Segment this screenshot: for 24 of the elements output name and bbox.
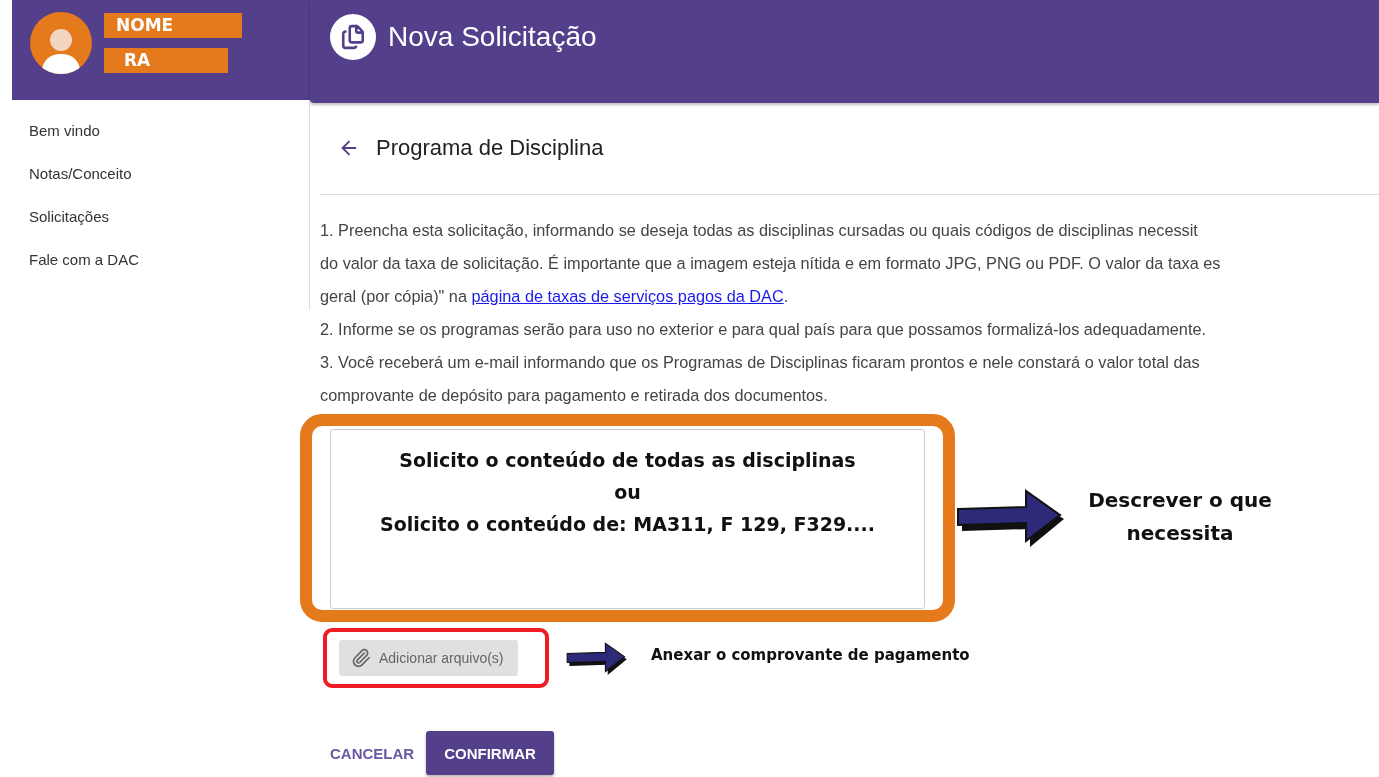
annotation-text: Descrever o que necessita [1087, 487, 1273, 547]
attach-file-button[interactable]: Adicionar arquivo(s) [339, 640, 518, 676]
sidebar-item[interactable]: Bem vindo [29, 120, 309, 142]
sidebar-item[interactable]: Notas/Conceito [29, 163, 309, 185]
id-label: RA [104, 48, 228, 73]
instruction-line: comprovante de depósito para pagamento e retirada dos documentos. [320, 385, 829, 406]
cancel-button[interactable]: CANCELAR [328, 731, 417, 775]
header-title: Nova Solicitação [388, 20, 597, 54]
name-label: NOME [104, 13, 242, 38]
sidebar-item[interactable]: Fale com a DAC [29, 249, 309, 271]
arrow-drawing [565, 640, 629, 676]
instruction-line: do valor da taxa de solicitação. É importante que a imagem esteja nítida e em formato JPG, PNG ou PDF. O valor da taxa es [320, 253, 1222, 274]
annotation-text: Anexar o comprovante de pagamento [651, 646, 970, 664]
instruction-line: 2. Informe se os programas serão para uso no exterior e para qual país para que possamos formalizá-los adequadamente. [320, 319, 1208, 340]
documents-icon [330, 14, 376, 60]
sidebar-item[interactable]: Solicitações [29, 206, 309, 228]
request-text-field[interactable]: Solicito o conteúdo de todas as disciplinas ou Solicito o conteúdo de: MA311, F 129, F329.... [330, 429, 925, 609]
confirm-button[interactable]: CONFIRMAR [426, 731, 554, 775]
paperclip-icon [351, 648, 371, 668]
instruction-line: 1. Preencha esta solicitação, informando se deseja todas as disciplinas cursadas ou quais códigos de disciplinas necessit [320, 220, 1199, 241]
fees-page-link[interactable]: página de taxas de serviços pagos da DAC [471, 287, 784, 305]
page-title: Programa de Disciplina [376, 134, 604, 161]
instruction-line: geral (por cópia)" na página de taxas de serviços pagos da DAC. [320, 286, 790, 307]
instruction-line: 3. Você receberá um e-mail informando que os Programas de Disciplinas ficaram prontos e nele constará o valor total das [320, 352, 1201, 373]
